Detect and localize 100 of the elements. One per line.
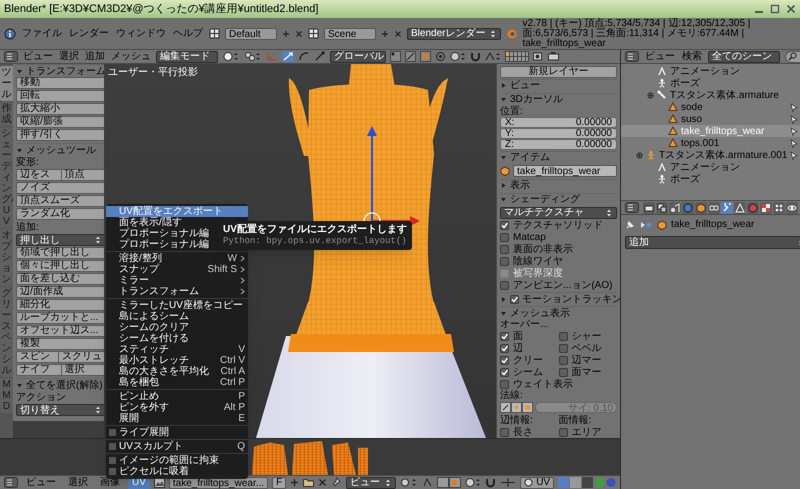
checkbox[interactable] (500, 233, 509, 242)
checkbox[interactable] (109, 429, 116, 436)
checkbox[interactable] (500, 368, 509, 377)
layers-grid-icon[interactable] (505, 51, 529, 62)
expanded-arrow-icon[interactable] (16, 68, 23, 74)
number-field[interactable]: X: 0.00000 (500, 116, 617, 128)
tool-button[interactable]: 移動 (16, 77, 106, 89)
properties-tab[interactable] (695, 202, 707, 214)
tool-button[interactable]: 選択 (62, 364, 106, 376)
checkbox[interactable] (500, 221, 509, 230)
edge-select-icon[interactable] (405, 51, 416, 62)
name-field[interactable]: Default (225, 28, 277, 40)
outliner-item[interactable]: sode (681, 102, 788, 112)
editor-type-icon[interactable] (625, 51, 639, 62)
collapsed-arrow-icon[interactable] (500, 82, 507, 90)
tool-button[interactable]: 回転 (16, 90, 106, 102)
editor-type-icon[interactable] (4, 477, 18, 488)
properties-tab[interactable] (786, 202, 798, 214)
snap-element-icon[interactable] (485, 51, 501, 62)
properties-tab[interactable] (773, 202, 785, 214)
panel-title[interactable]: アイテム (510, 152, 550, 164)
menu-item[interactable]: 画像 (96, 476, 124, 489)
scene-icon[interactable] (308, 28, 319, 39)
tool-button[interactable]: 面を差し込む (16, 273, 106, 285)
dropdown[interactable]: マルチテクスチャ (500, 206, 617, 219)
tool-button[interactable]: ループカットと... (16, 312, 106, 324)
checkbox[interactable] (109, 468, 116, 475)
tool-button[interactable]: ノイズ (16, 182, 106, 194)
add-icon[interactable] (282, 30, 290, 38)
tool-button[interactable]: スクリュ (59, 351, 106, 363)
menu-item[interactable]: トランスフォーム (106, 286, 248, 297)
split-normal-icon[interactable] (511, 402, 522, 413)
close-icon[interactable] (318, 478, 328, 487)
properties-tab[interactable] (760, 202, 772, 214)
checkbox[interactable] (500, 257, 509, 266)
menu-item[interactable]: シームのクリア (106, 322, 248, 333)
expanded-arrow-icon[interactable] (500, 196, 507, 204)
checkbox[interactable] (109, 457, 116, 464)
menu-item[interactable]: メッシュ (110, 51, 152, 62)
toolbar-tab[interactable]: ツール (0, 66, 13, 101)
editor-type-icon[interactable] (625, 202, 639, 213)
tool-button[interactable]: スピン (16, 351, 59, 363)
add-icon[interactable] (290, 478, 300, 487)
checkbox[interactable] (558, 428, 568, 437)
tool-button[interactable]: 押す/引く (16, 129, 106, 141)
maximize-icon[interactable] (770, 4, 780, 14)
tool-button[interactable]: 収縮/膨張 (16, 116, 106, 128)
menu-item[interactable]: 追加 (84, 51, 106, 62)
checkbox[interactable] (500, 428, 509, 437)
menu-item[interactable]: 検索 (681, 51, 703, 62)
menu-item[interactable]: 島の大きさを平均化 Ctrl A (106, 366, 248, 377)
panel-title[interactable]: ビュー (510, 80, 540, 92)
tool-button[interactable]: 領域で押し出し (16, 247, 106, 259)
snap-magnet-icon[interactable] (470, 51, 481, 62)
expanded-arrow-icon[interactable] (500, 310, 507, 317)
face-normal-icon[interactable] (522, 402, 533, 413)
expanded-arrow-icon[interactable] (500, 154, 507, 162)
layout-grid-icon[interactable] (209, 28, 220, 39)
checkbox[interactable] (500, 280, 509, 290)
number-field[interactable]: Z: 0.00000 (500, 138, 617, 150)
folder-icon[interactable] (303, 478, 314, 487)
info-icon[interactable] (4, 28, 16, 40)
checkbox[interactable] (500, 344, 509, 353)
properties-tab[interactable] (669, 202, 681, 214)
checkbox[interactable] (558, 356, 568, 365)
expanded-arrow-icon[interactable] (500, 96, 507, 104)
camera-icon[interactable] (548, 51, 559, 62)
tool-button[interactable]: 頂点スムーズ (16, 195, 106, 207)
panel-title[interactable]: メッシュツール (26, 144, 96, 156)
menu-item[interactable]: 選択 (58, 51, 80, 62)
tool-button[interactable]: 頂点 (62, 169, 106, 181)
properties-tab[interactable] (721, 202, 733, 214)
panel-title[interactable]: シェーディング (510, 194, 580, 206)
menu-item[interactable]: ライブ展開 (106, 427, 248, 438)
checkbox[interactable] (558, 344, 568, 353)
properties-tab[interactable] (656, 202, 668, 214)
editor-type-icon[interactable] (4, 51, 18, 62)
menu-item[interactable]: ファイル (21, 28, 63, 39)
limit-selection-icon[interactable] (435, 51, 446, 62)
menu-item[interactable]: ピクセルに吸着 (106, 466, 248, 477)
outliner-item[interactable]: アニメーション (670, 66, 800, 76)
menu-item[interactable]: ビュー (22, 476, 60, 489)
panel-title[interactable]: 表示 (510, 180, 530, 192)
checkbox[interactable] (500, 245, 509, 254)
menu-item[interactable]: 最小ストレッチ Ctrl V (106, 355, 248, 366)
menu-item[interactable]: 選択 (64, 476, 92, 489)
new-layer-button[interactable]: 新規レイヤー (500, 66, 617, 78)
expand-circle-icon[interactable] (647, 92, 654, 98)
menu-item[interactable]: ミラーしたUV座標をコピー (106, 300, 248, 311)
checkbox[interactable] (500, 380, 509, 389)
name-field[interactable]: take_frilltops_wear (513, 165, 617, 178)
tool-button[interactable]: オフセット辺ス... (16, 325, 106, 337)
mode-dropdown[interactable]: 編集モード (156, 50, 218, 62)
outliner-item[interactable]: suso (681, 114, 788, 124)
menu-item[interactable]: レンダー (68, 28, 110, 39)
menu-item[interactable]: スティッチ V (106, 344, 248, 355)
pivot-point-icon[interactable] (400, 477, 418, 488)
translate-arrow-icon[interactable] (282, 51, 294, 62)
checkbox[interactable] (109, 443, 116, 450)
menu-item[interactable]: シームを付ける (106, 333, 248, 344)
